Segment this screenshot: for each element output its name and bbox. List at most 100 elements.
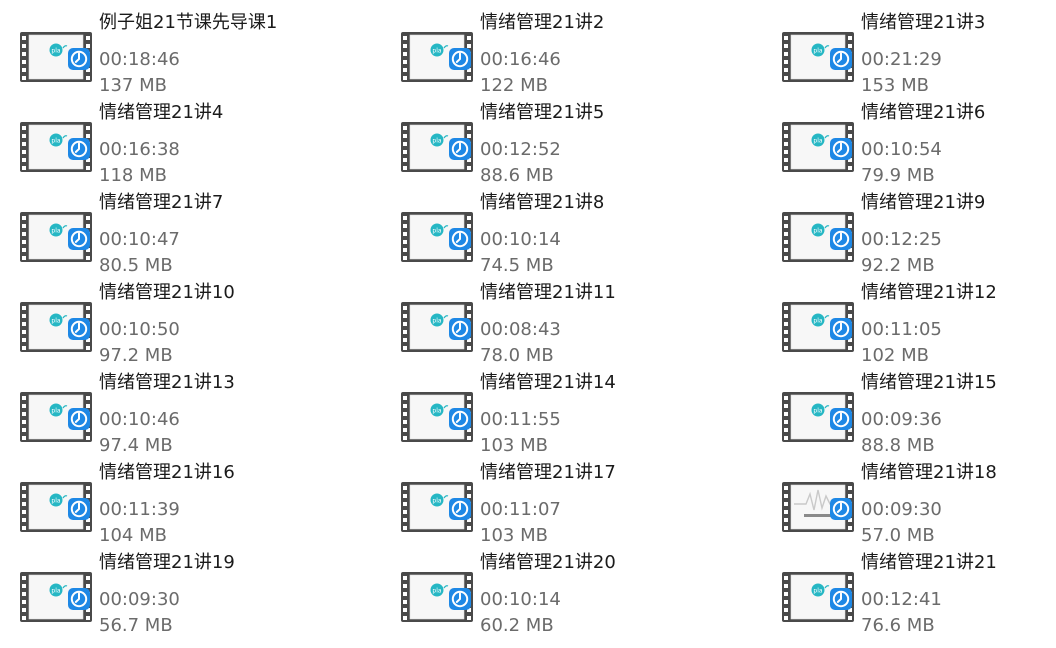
file-name: 情绪管理21讲15	[861, 372, 997, 393]
file-size: 137 MB	[99, 75, 167, 96]
file-duration: 00:10:14	[480, 589, 561, 610]
svg-text:pla: pla	[51, 408, 60, 415]
video-file-item[interactable]: pla 情绪管理21讲14 00:11:55 103 MB	[381, 370, 741, 456]
file-duration: 00:11:07	[480, 499, 561, 520]
file-name: 情绪管理21讲12	[861, 282, 997, 303]
file-name: 情绪管理21讲6	[861, 102, 986, 123]
file-duration: 00:11:05	[861, 319, 942, 340]
file-size: 97.4 MB	[99, 435, 173, 456]
svg-text:pla: pla	[813, 318, 822, 325]
file-name: 情绪管理21讲13	[99, 372, 235, 393]
video-player-badge-icon	[830, 48, 852, 70]
video-file-item[interactable]: pla 情绪管理21讲5 00:12:52 88.6 MB	[381, 100, 741, 186]
file-size: 80.5 MB	[99, 255, 173, 276]
video-file-item[interactable]: pla 情绪管理21讲4 00:16:38 118 MB	[0, 100, 360, 186]
video-file-item[interactable]: pla 例子姐21节课先导课1 00:18:46 137 MB	[0, 10, 360, 96]
svg-text:pla: pla	[51, 138, 60, 145]
video-player-badge-icon	[68, 498, 90, 520]
file-size: 60.2 MB	[480, 615, 554, 636]
file-name: 情绪管理21讲3	[861, 12, 986, 33]
video-file-item[interactable]: pla 情绪管理21讲12 00:11:05 102 MB	[762, 280, 1056, 366]
file-name: 情绪管理21讲18	[861, 462, 997, 483]
video-file-item[interactable]: pla 情绪管理21讲15 00:09:36 88.8 MB	[762, 370, 1056, 456]
video-player-badge-icon	[449, 588, 471, 610]
video-file-item[interactable]: pla 情绪管理21讲16 00:11:39 104 MB	[0, 460, 360, 546]
file-duration: 00:16:46	[480, 49, 561, 70]
video-file-item[interactable]: pla 情绪管理21讲10 00:10:50 97.2 MB	[0, 280, 360, 366]
file-name: 例子姐21节课先导课1	[99, 12, 278, 33]
video-file-item[interactable]: pla 情绪管理21讲21 00:12:41 76.6 MB	[762, 550, 1056, 636]
file-size: 102 MB	[861, 345, 929, 366]
video-player-badge-icon	[449, 498, 471, 520]
file-name: 情绪管理21讲11	[480, 282, 616, 303]
svg-text:pla: pla	[432, 48, 441, 55]
video-player-badge-icon	[68, 228, 90, 250]
file-duration: 00:09:36	[861, 409, 942, 430]
video-file-item[interactable]: pla 情绪管理21讲6 00:10:54 79.9 MB	[762, 100, 1056, 186]
video-file-item[interactable]: pla 情绪管理21讲7 00:10:47 80.5 MB	[0, 190, 360, 276]
svg-text:pla: pla	[813, 48, 822, 55]
file-size: 92.2 MB	[861, 255, 935, 276]
file-name: 情绪管理21讲9	[861, 192, 986, 213]
video-player-badge-icon	[830, 138, 852, 160]
svg-text:pla: pla	[432, 588, 441, 595]
video-file-item[interactable]: pla 情绪管理21讲9 00:12:25 92.2 MB	[762, 190, 1056, 276]
file-name: 情绪管理21讲7	[99, 192, 224, 213]
file-size: 76.6 MB	[861, 615, 935, 636]
file-size: 118 MB	[99, 165, 167, 186]
file-size: 103 MB	[480, 525, 548, 546]
file-duration: 00:09:30	[861, 499, 942, 520]
file-duration: 00:11:39	[99, 499, 180, 520]
video-file-item[interactable]: pla 情绪管理21讲2 00:16:46 122 MB	[381, 10, 741, 96]
svg-text:pla: pla	[813, 408, 822, 415]
file-size: 97.2 MB	[99, 345, 173, 366]
file-duration: 00:18:46	[99, 49, 180, 70]
file-grid: pla 例子姐21节课先导课1 00:18:46 137 MB pla 情绪管理21…	[0, 0, 1056, 648]
svg-text:pla: pla	[813, 228, 822, 235]
file-name: 情绪管理21讲4	[99, 102, 224, 123]
video-player-badge-icon	[68, 588, 90, 610]
video-player-badge-icon	[449, 48, 471, 70]
svg-text:pla: pla	[51, 588, 60, 595]
file-duration: 00:16:38	[99, 139, 180, 160]
file-name: 情绪管理21讲21	[861, 552, 997, 573]
video-file-item[interactable]: pla 情绪管理21讲3 00:21:29 153 MB	[762, 10, 1056, 96]
file-name: 情绪管理21讲20	[480, 552, 616, 573]
video-file-item[interactable]: 情绪管理21讲18 00:09:30 57.0 MB	[762, 460, 1056, 546]
video-player-badge-icon	[68, 138, 90, 160]
video-player-badge-icon	[830, 228, 852, 250]
svg-text:pla: pla	[51, 318, 60, 325]
video-player-badge-icon	[830, 498, 852, 520]
svg-text:pla: pla	[813, 138, 822, 145]
file-duration: 00:09:30	[99, 589, 180, 610]
svg-text:pla: pla	[51, 498, 60, 505]
video-file-item[interactable]: pla 情绪管理21讲19 00:09:30 56.7 MB	[0, 550, 360, 636]
file-size: 56.7 MB	[99, 615, 173, 636]
svg-text:pla: pla	[432, 318, 441, 325]
video-player-badge-icon	[449, 138, 471, 160]
svg-text:pla: pla	[813, 588, 822, 595]
file-size: 88.6 MB	[480, 165, 554, 186]
video-file-item[interactable]: pla 情绪管理21讲11 00:08:43 78.0 MB	[381, 280, 741, 366]
file-size: 74.5 MB	[480, 255, 554, 276]
video-file-item[interactable]: pla 情绪管理21讲17 00:11:07 103 MB	[381, 460, 741, 546]
file-duration: 00:10:50	[99, 319, 180, 340]
svg-text:pla: pla	[51, 48, 60, 55]
video-player-badge-icon	[68, 318, 90, 340]
svg-text:pla: pla	[432, 498, 441, 505]
video-file-item[interactable]: pla 情绪管理21讲8 00:10:14 74.5 MB	[381, 190, 741, 276]
file-duration: 00:12:25	[861, 229, 942, 250]
file-name: 情绪管理21讲17	[480, 462, 616, 483]
video-file-item[interactable]: pla 情绪管理21讲13 00:10:46 97.4 MB	[0, 370, 360, 456]
file-duration: 00:21:29	[861, 49, 942, 70]
video-player-badge-icon	[68, 48, 90, 70]
file-name: 情绪管理21讲2	[480, 12, 605, 33]
svg-text:pla: pla	[51, 228, 60, 235]
file-name: 情绪管理21讲10	[99, 282, 235, 303]
file-name: 情绪管理21讲16	[99, 462, 235, 483]
file-duration: 00:10:47	[99, 229, 180, 250]
video-file-item[interactable]: pla 情绪管理21讲20 00:10:14 60.2 MB	[381, 550, 741, 636]
file-size: 122 MB	[480, 75, 548, 96]
svg-text:pla: pla	[432, 408, 441, 415]
file-duration: 00:11:55	[480, 409, 561, 430]
